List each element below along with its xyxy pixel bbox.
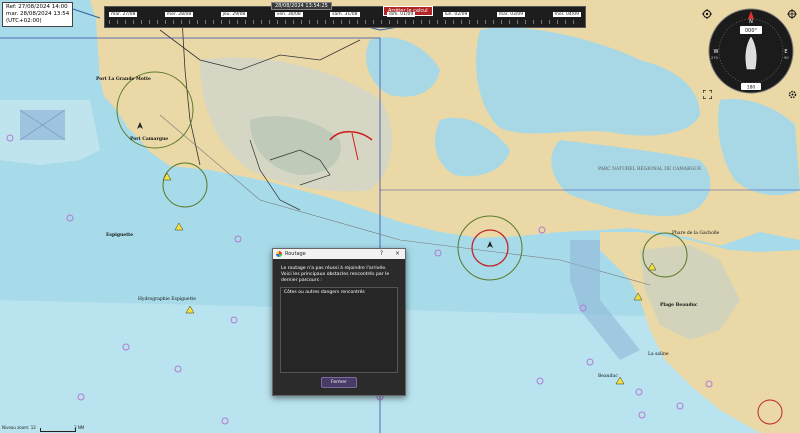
- label-plage-beauduc: Plage Beauduc: [660, 302, 698, 308]
- label-espiguette: Espiguette: [106, 232, 133, 238]
- label-beauduc: Beauduc: [598, 373, 618, 379]
- compass-heading: 000°: [745, 28, 758, 34]
- label-hydrographie: Hydrographie Espiguette: [138, 296, 196, 302]
- scale-distance: 3 NM: [74, 425, 85, 430]
- timeline-day[interactable]: ven. 30/08: [274, 12, 303, 17]
- app-logo-icon: [276, 251, 282, 257]
- compass-bottom: 180: [747, 85, 756, 91]
- timeline-day[interactable]: jeu. 29/08: [220, 12, 248, 17]
- obstacle-list[interactable]: Côtes ou autres dangers rencontrés: [280, 287, 398, 373]
- current-date: mar. 28/08/2024 13:54: [6, 11, 70, 17]
- timeline-day[interactable]: lun. 02/09: [442, 12, 470, 17]
- utc-offset: (UTC+02:00): [6, 18, 42, 24]
- scale-bar: [40, 428, 76, 432]
- dialog-title: Routage: [285, 251, 306, 257]
- close-icon[interactable]: ×: [395, 249, 400, 259]
- close-button[interactable]: Fermer: [321, 377, 357, 388]
- timeline-day[interactable]: dim. 01/09: [386, 12, 416, 17]
- time-slider[interactable]: 28/08/2024 13:54:25 Arrêter le calcul ma…: [104, 2, 586, 28]
- routing-dialog: Routage ? × Le routage n'a pas réussi à …: [272, 248, 406, 396]
- label-port-grande-motte: Port La Grande Motte: [96, 76, 151, 82]
- timeline-current-date: 28/08/2024 13:54:25: [271, 2, 332, 10]
- dialog-message: Le routage n'a pas réussi à rejoindre l'…: [281, 266, 390, 283]
- timeline-ticks: [109, 20, 581, 24]
- dialog-titlebar: Routage ? ×: [273, 249, 405, 259]
- timeline-day[interactable]: mar. 27/08: [109, 12, 138, 17]
- timeline-day[interactable]: sam. 31/08: [330, 12, 360, 17]
- help-button[interactable]: ?: [380, 249, 383, 259]
- label-phare: Phare de la Gacholle: [672, 230, 720, 236]
- list-item[interactable]: Côtes ou autres dangers rencontrés: [281, 288, 397, 297]
- timeline-day[interactable]: mer. 28/08: [164, 12, 194, 17]
- timeline-days: mar. 27/08 mer. 28/08 jeu. 29/08 ven. 30…: [109, 12, 581, 17]
- compass-n: N: [749, 19, 753, 25]
- compass-e: E: [784, 49, 787, 55]
- ref-date: Ref: 27/08/2024 14:00: [6, 4, 68, 10]
- date-info-panel: Ref: 27/08/2024 14:00 mar. 28/08/2024 13…: [2, 2, 74, 27]
- timeline-day[interactable]: mar. 03/09: [496, 12, 526, 17]
- zoom-level: Niveau zoom: 12: [2, 425, 36, 430]
- timeline-day[interactable]: mer. 04/09: [552, 12, 581, 17]
- compass-w: W: [714, 49, 719, 55]
- compass-left: 270: [711, 56, 719, 60]
- compass-rose[interactable]: N S W E 270 90 000° 180: [707, 7, 795, 95]
- compass-right: 90: [784, 56, 789, 60]
- label-port-camargue: Port Camargue: [130, 136, 168, 142]
- label-la-saline: La saline: [648, 351, 669, 357]
